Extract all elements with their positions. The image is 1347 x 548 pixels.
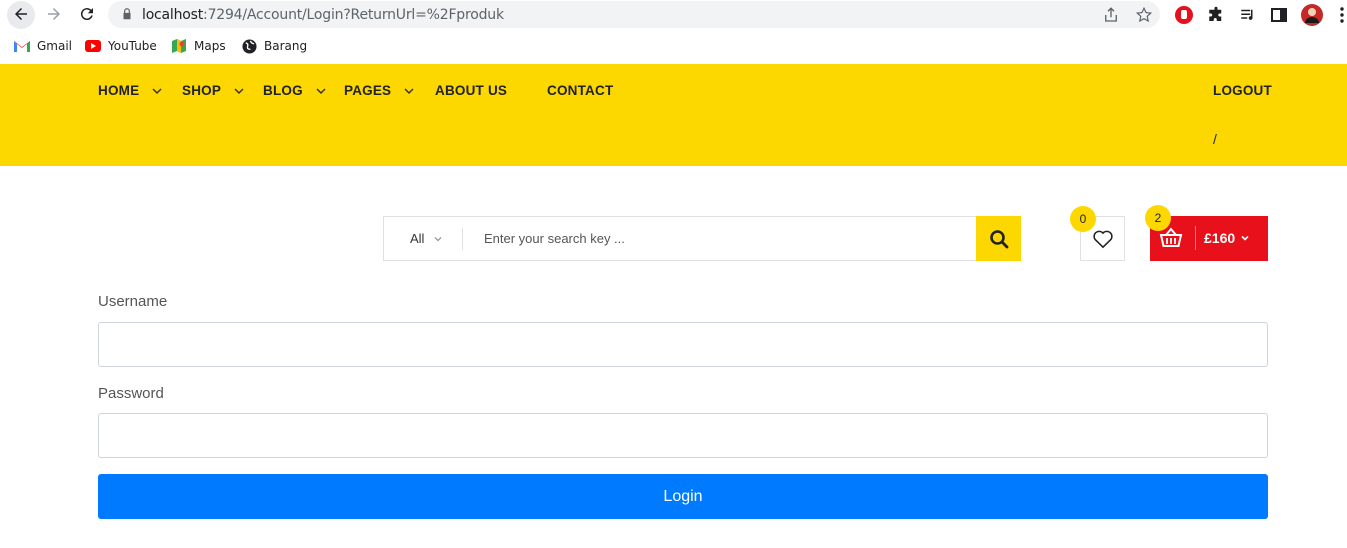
nav-item-label: CONTACT <box>547 83 614 98</box>
nav-item-contact[interactable]: CONTACT <box>547 83 613 98</box>
nav-item-pages[interactable]: PAGES <box>344 83 415 98</box>
menu-kebab-icon[interactable] <box>1331 4 1347 26</box>
search-icon <box>989 229 1008 248</box>
category-select-value: All <box>410 231 425 246</box>
star-icon[interactable] <box>1135 6 1153 24</box>
cart-total-value: £160 <box>1204 230 1236 246</box>
nav-item-label: BLOG <box>263 83 303 98</box>
bookmark-label: Maps <box>194 39 226 53</box>
bookmark-label: YouTube <box>108 39 157 53</box>
url-text: localhost:7294/Account/Login?ReturnUrl=%… <box>142 7 504 23</box>
nav-item-label: PAGES <box>344 83 392 98</box>
chevron-down-icon <box>234 87 244 94</box>
main-nav: HOME SHOP BLOG PAGES ABOUT US CONTACT LO… <box>0 64 1347 166</box>
media-queue-icon[interactable] <box>1237 4 1259 26</box>
nav-item-label: HOME <box>98 83 140 98</box>
nav-item-label: SHOP <box>182 83 222 98</box>
chevron-down-icon <box>152 87 162 94</box>
maps-icon <box>171 38 187 54</box>
search-button[interactable] <box>976 216 1021 261</box>
category-select[interactable]: All <box>410 231 442 246</box>
wishlist-count-badge: 0 <box>1070 206 1096 232</box>
bookmarks-bar: Gmail YouTube Maps Barang <box>0 30 1347 64</box>
reload-icon <box>80 8 93 21</box>
chevron-down-icon <box>434 236 442 241</box>
cart-total: £160 <box>1204 230 1250 246</box>
nav-item-home[interactable]: HOME <box>98 83 163 98</box>
side-panel-icon[interactable] <box>1268 4 1290 26</box>
username-label: Username <box>98 293 168 310</box>
nav-item-shop[interactable]: SHOP <box>182 83 245 98</box>
arrow-left-icon <box>15 8 27 20</box>
share-icon[interactable] <box>1102 6 1120 24</box>
bookmark-youtube[interactable]: YouTube <box>85 38 157 54</box>
chevron-down-icon <box>1241 235 1249 241</box>
cart-divider <box>1195 226 1196 250</box>
forward-button[interactable] <box>42 2 66 26</box>
address-bar[interactable]: localhost:7294/Account/Login?ReturnUrl=%… <box>108 1 1160 28</box>
username-field[interactable] <box>98 322 1268 367</box>
search-divider <box>462 228 463 250</box>
chevron-down-icon <box>404 87 414 94</box>
search-form: All <box>383 216 1021 261</box>
reload-button[interactable] <box>75 2 99 26</box>
url-path: :7294/Account/Login?ReturnUrl=%2Fproduk <box>203 7 504 23</box>
password-field[interactable] <box>98 413 1268 458</box>
profile-avatar[interactable] <box>1301 4 1323 26</box>
youtube-icon <box>85 38 101 54</box>
password-label: Password <box>98 385 164 402</box>
bookmark-barang[interactable]: Barang <box>241 38 307 54</box>
login-button[interactable]: Login <box>98 474 1268 519</box>
logout-link[interactable]: LOGOUT <box>1213 83 1272 98</box>
heart-icon <box>1092 230 1113 248</box>
search-input[interactable] <box>484 218 964 259</box>
logout-label: LOGOUT <box>1213 83 1272 98</box>
bookmark-maps[interactable]: Maps <box>171 38 226 54</box>
globe-icon <box>241 38 257 54</box>
bookmark-label: Gmail <box>37 39 73 53</box>
nav-item-about-us[interactable]: ABOUT US <box>435 83 507 98</box>
arrow-right-icon <box>48 8 60 20</box>
nav-separator: / <box>1213 131 1217 147</box>
bookmark-label: Barang <box>264 39 308 53</box>
nav-item-blog[interactable]: BLOG <box>263 83 327 98</box>
browser-toolbar: localhost:7294/Account/Login?ReturnUrl=%… <box>0 0 1347 30</box>
adblock-extension-icon[interactable] <box>1173 4 1195 26</box>
extensions-puzzle-icon[interactable] <box>1205 4 1227 26</box>
bookmark-gmail[interactable]: Gmail <box>14 38 72 54</box>
back-button[interactable] <box>9 2 33 26</box>
nav-item-label: ABOUT US <box>435 83 508 98</box>
gmail-icon <box>14 38 30 54</box>
url-host: localhost <box>142 7 204 23</box>
lock-icon <box>123 8 131 20</box>
cart-count-badge: 2 <box>1145 205 1171 231</box>
chevron-down-icon <box>316 87 326 94</box>
